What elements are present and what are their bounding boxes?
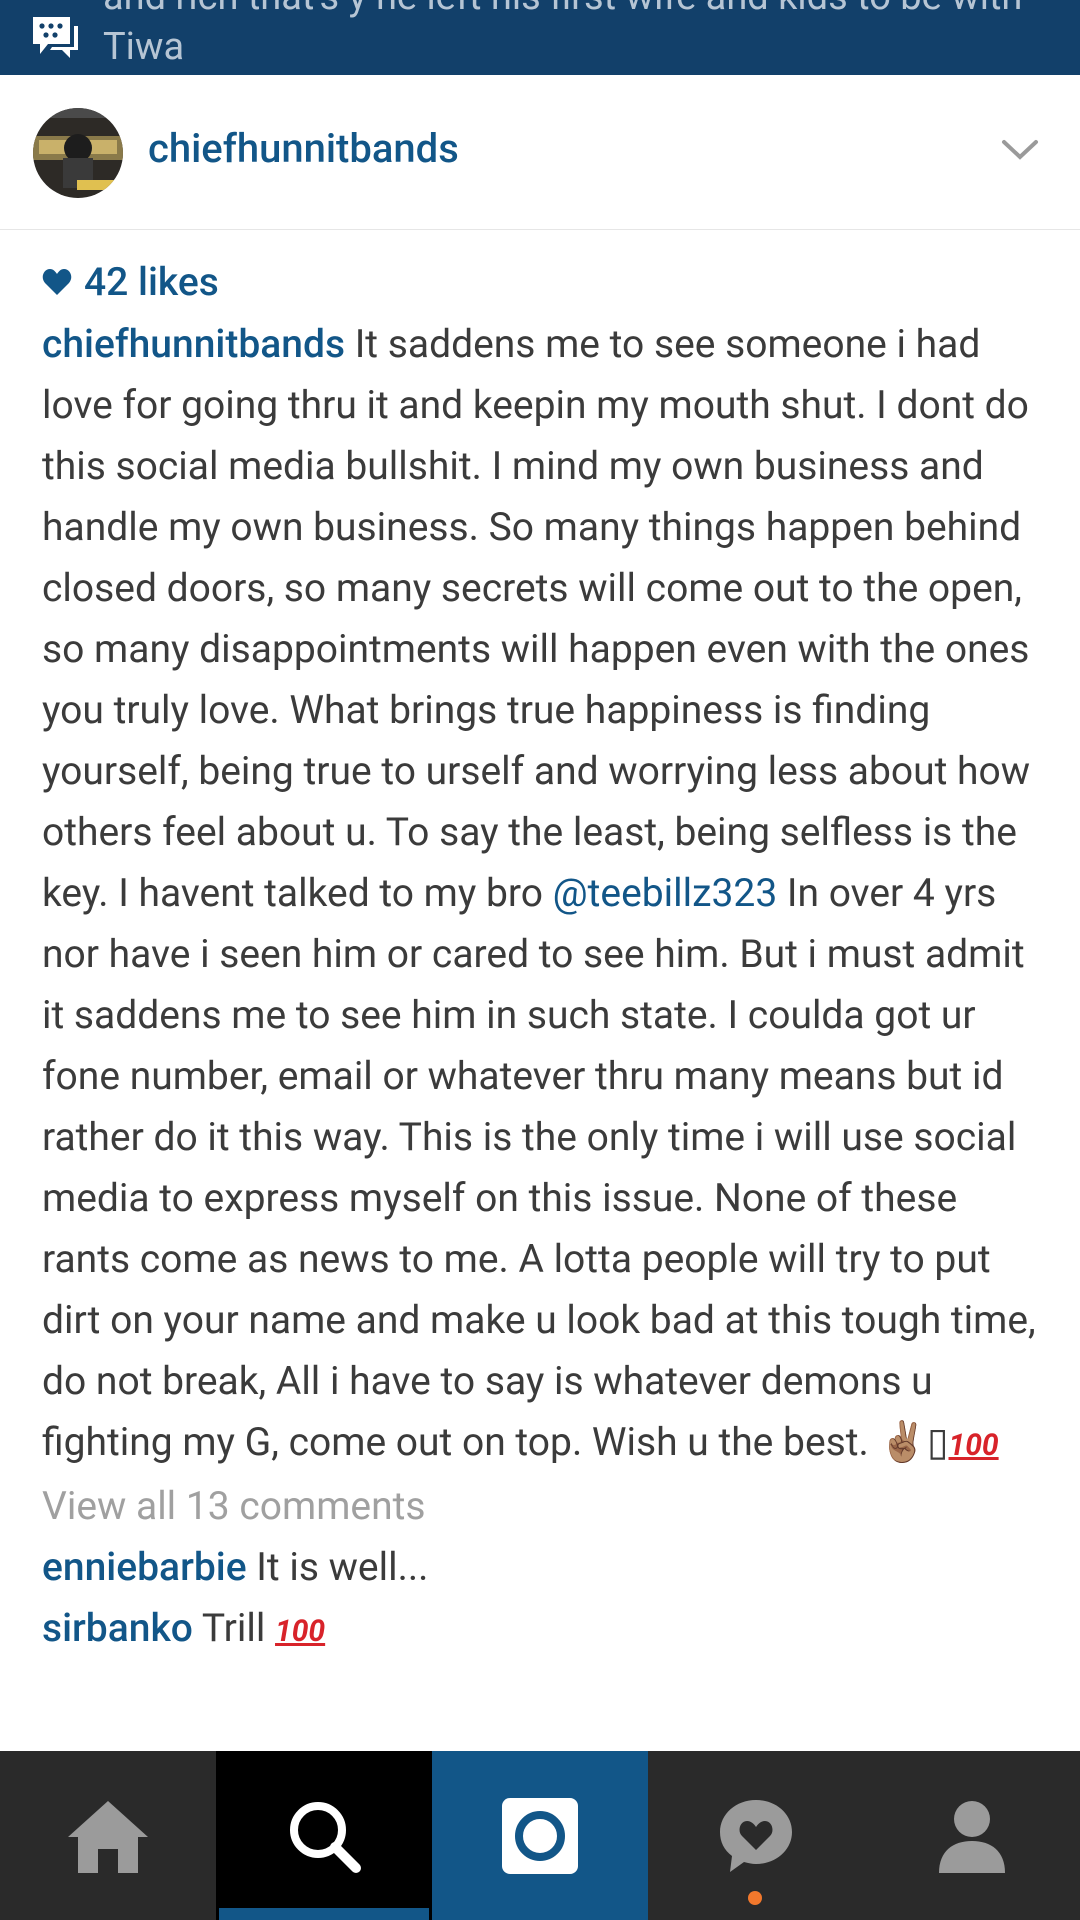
activity-icon — [720, 1799, 792, 1872]
likes-count: 42 likes — [84, 259, 219, 305]
comment-username[interactable]: sirbanko — [42, 1605, 193, 1651]
comment-text: It is well... — [246, 1544, 429, 1590]
avatar[interactable] — [33, 108, 123, 198]
nav-camera[interactable] — [432, 1751, 648, 1920]
post-content: 42 likes chiefhunnitbands It saddens me … — [42, 230, 1052, 1750]
caption-text-2: In over 4 yrs nor have i seen him or car… — [42, 870, 1036, 1465]
likes-row[interactable]: 42 likes — [42, 256, 1052, 308]
bbm-chat-icon — [33, 17, 78, 58]
peace-emoji: ✌🏽 — [878, 1419, 928, 1465]
home-icon — [68, 1800, 148, 1873]
nav-profile[interactable] — [864, 1751, 1080, 1920]
comment-item: enniebarbie It is well... — [42, 1537, 1052, 1598]
comment-username[interactable]: enniebarbie — [42, 1544, 247, 1590]
hundred-emoji: 100 — [275, 1614, 326, 1649]
post-caption: chiefhunnitbands It saddens me to see so… — [42, 314, 1052, 1476]
comment-text: Trill — [192, 1605, 276, 1651]
heart-icon — [42, 269, 72, 295]
nav-home[interactable] — [0, 1751, 216, 1920]
post-author-username[interactable]: chiefhunnitbands — [148, 125, 459, 172]
bottom-navigation — [0, 1751, 1080, 1920]
profile-icon — [939, 1800, 1005, 1873]
view-all-comments-link[interactable]: View all 13 comments — [42, 1476, 1052, 1537]
missing-emoji-glyph: ▯ — [927, 1419, 949, 1465]
nav-activity[interactable] — [648, 1751, 864, 1920]
post-header: chiefhunnitbands — [0, 75, 1080, 230]
hundred-emoji: 100 — [948, 1428, 999, 1463]
search-icon — [290, 1801, 361, 1873]
mention-link[interactable]: @teebillz323 — [553, 870, 778, 916]
notification-text: and rich that's y he left his first wife… — [103, 0, 1022, 69]
camera-icon — [502, 1797, 578, 1874]
caption-username[interactable]: chiefhunnitbands — [42, 321, 345, 367]
chevron-down-icon[interactable] — [1000, 137, 1040, 163]
avatar-image — [33, 108, 123, 198]
nav-search[interactable] — [216, 1751, 432, 1920]
caption-text-1: It saddens me to see someone i had love … — [42, 321, 1031, 916]
comment-item: sirbanko Trill 100 — [42, 1598, 1052, 1662]
notification-banner[interactable]: and rich that's y he left his first wife… — [0, 0, 1080, 75]
notification-dot — [748, 1891, 762, 1905]
